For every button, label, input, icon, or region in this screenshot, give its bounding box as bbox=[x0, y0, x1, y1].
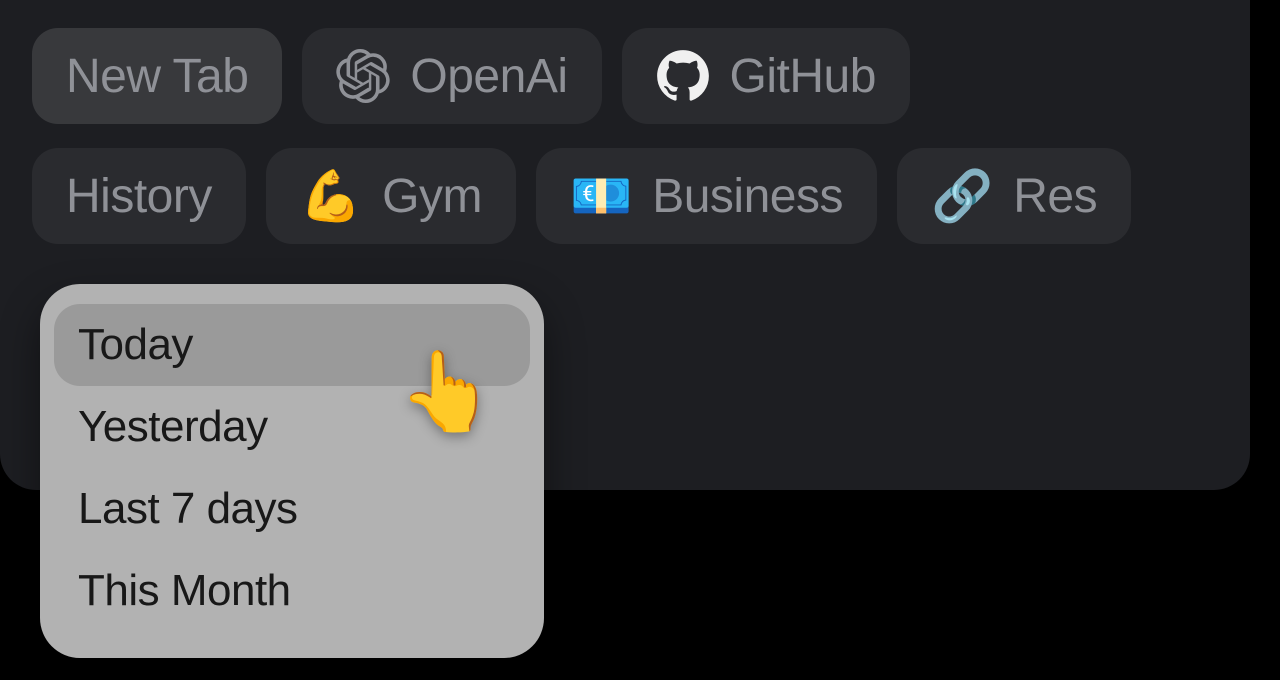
history-option-last-7-days[interactable]: Last 7 days bbox=[54, 468, 530, 550]
tab-res-label: Res bbox=[1013, 169, 1097, 224]
tab-github[interactable]: GitHub bbox=[622, 28, 910, 124]
tab-new-tab[interactable]: New Tab bbox=[32, 28, 282, 124]
tab-history-label: History bbox=[66, 169, 212, 224]
tab-business[interactable]: 💶 Business bbox=[536, 148, 877, 244]
history-option-this-month[interactable]: This Month bbox=[54, 550, 530, 632]
money-icon: 💶 bbox=[570, 171, 632, 221]
tab-new-tab-label: New Tab bbox=[66, 49, 248, 104]
flex-icon: 💪 bbox=[300, 171, 362, 221]
tab-row-1: New Tab OpenAi GitHub bbox=[32, 28, 1218, 124]
tab-history[interactable]: History bbox=[32, 148, 246, 244]
tab-res[interactable]: 🔗 Res bbox=[897, 148, 1131, 244]
github-icon bbox=[656, 49, 710, 103]
tab-openai[interactable]: OpenAi bbox=[302, 28, 601, 124]
history-option-today[interactable]: Today bbox=[54, 304, 530, 386]
link-icon: 🔗 bbox=[931, 171, 993, 221]
tab-github-label: GitHub bbox=[730, 49, 876, 104]
history-dropdown: TodayYesterdayLast 7 daysThis Month bbox=[40, 284, 544, 658]
tab-business-label: Business bbox=[652, 169, 843, 224]
tab-row-2: History 💪 Gym 💶 Business 🔗 Res bbox=[32, 148, 1218, 244]
tab-gym-label: Gym bbox=[382, 169, 482, 224]
history-option-yesterday[interactable]: Yesterday bbox=[54, 386, 530, 468]
tab-gym[interactable]: 💪 Gym bbox=[266, 148, 516, 244]
openai-icon bbox=[336, 49, 390, 103]
tab-openai-label: OpenAi bbox=[410, 49, 567, 104]
